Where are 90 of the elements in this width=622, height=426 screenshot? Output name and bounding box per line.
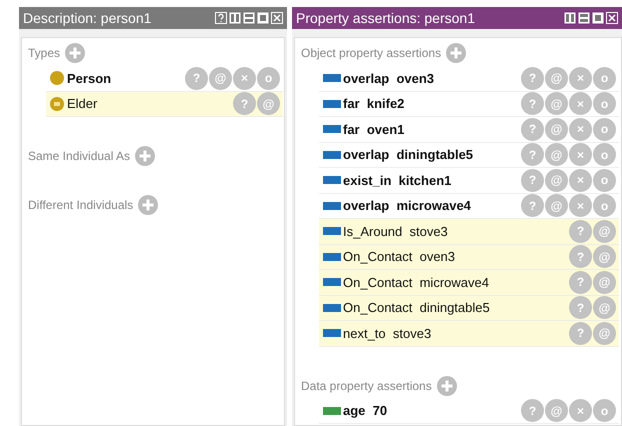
action-button[interactable]: @ xyxy=(593,270,616,294)
close-icon[interactable] xyxy=(271,12,283,24)
assertion-text: Is_Around stove3 xyxy=(343,222,448,241)
assertion-row[interactable]: Elder ? @ xyxy=(46,92,283,117)
panel-title: Description: person1 xyxy=(23,8,152,28)
assertion-text: exist_in kitchen1 xyxy=(343,172,452,190)
assertion-text: age 70 xyxy=(343,402,388,420)
assertion-row[interactable]: On_Contact diningtable5 ? @ xyxy=(319,296,619,321)
split-vertical-icon[interactable] xyxy=(564,12,576,24)
assertion-row[interactable]: next_to stove3 ? @ xyxy=(319,321,619,346)
action-button[interactable]: @ xyxy=(545,168,568,192)
action-button[interactable]: @ xyxy=(545,143,568,166)
action-button[interactable]: ? xyxy=(521,168,544,192)
section-label: Data property assertions xyxy=(301,378,432,394)
assertion-text: overlap oven3 xyxy=(343,70,434,88)
action-button[interactable]: @ xyxy=(545,194,568,218)
assertion-row[interactable]: far oven1 ? @ × o xyxy=(319,117,619,142)
action-button[interactable]: @ xyxy=(545,66,568,90)
split-vertical-icon[interactable] xyxy=(229,12,241,24)
action-button[interactable]: o xyxy=(593,92,616,116)
action-button[interactable]: × xyxy=(569,399,592,422)
action-button[interactable]: ? xyxy=(569,245,592,268)
assertion-row[interactable]: Is_Around stove3 ? @ xyxy=(319,219,619,244)
section-label: Types xyxy=(28,45,60,62)
action-button[interactable]: ? xyxy=(521,118,544,141)
action-button[interactable]: × xyxy=(569,118,592,141)
action-button[interactable]: ? xyxy=(569,270,592,294)
assertion-row[interactable]: overlap oven3 ? @ × o xyxy=(319,66,619,92)
assertion-row[interactable]: On_Contact oven3 ? @ xyxy=(319,244,619,270)
action-button[interactable]: @ xyxy=(545,92,568,116)
action-button[interactable]: o xyxy=(593,194,616,218)
action-button[interactable]: o xyxy=(593,168,616,192)
action-button[interactable]: ? xyxy=(185,66,208,90)
assertion-text: overlap microwave4 xyxy=(343,197,471,215)
assertion-row[interactable]: far knife2 ? @ × o xyxy=(319,92,619,117)
help-icon[interactable] xyxy=(215,12,227,24)
action-button[interactable]: @ xyxy=(593,296,616,320)
assertion-row[interactable]: Person ? @ × o xyxy=(46,66,283,92)
section-label: Different Individuals xyxy=(28,197,134,214)
action-button[interactable]: o xyxy=(593,66,616,90)
action-button[interactable]: @ xyxy=(593,220,616,243)
class-icon xyxy=(50,71,64,86)
action-button[interactable]: × xyxy=(569,92,592,116)
assertion-text: On_Contact diningtable5 xyxy=(343,299,490,317)
action-button[interactable]: ? xyxy=(521,92,544,116)
action-button[interactable]: o xyxy=(257,66,280,90)
assertion-text: overlap diningtable5 xyxy=(343,146,474,164)
action-button[interactable]: @ xyxy=(545,399,568,422)
action-button[interactable]: × xyxy=(569,168,592,192)
action-button[interactable]: @ xyxy=(257,92,280,116)
split-horizontal-icon[interactable] xyxy=(578,12,590,24)
assertion-text: Elder xyxy=(67,95,98,113)
split-horizontal-icon[interactable] xyxy=(243,12,255,24)
assertion-text: On_Contact microwave4 xyxy=(343,274,489,292)
action-button[interactable]: @ xyxy=(209,66,232,90)
action-button[interactable]: ? xyxy=(569,296,592,320)
assertion-row[interactable]: On_Contact microwave4 ? @ xyxy=(319,270,619,296)
action-button[interactable]: ? xyxy=(233,92,256,116)
assertion-row[interactable]: overlap microwave4 ? @ × o xyxy=(319,194,619,219)
maximize-icon[interactable] xyxy=(592,12,604,24)
action-button[interactable]: @ xyxy=(545,118,568,141)
action-button[interactable]: ? xyxy=(569,220,592,243)
panel-title: Property assertions: person1 xyxy=(296,8,475,28)
assertion-text: far knife2 xyxy=(343,95,404,113)
action-button[interactable]: × xyxy=(569,66,592,90)
assertion-row[interactable]: exist_in kitchen1 ? @ × o xyxy=(319,168,619,194)
close-icon[interactable] xyxy=(606,12,618,24)
action-button[interactable]: ? xyxy=(521,399,544,422)
action-button[interactable]: @ xyxy=(593,322,616,345)
assertion-text: far oven1 xyxy=(343,120,404,138)
assertion-row[interactable]: age 70 ? @ × o xyxy=(319,398,619,424)
action-button[interactable]: × xyxy=(569,194,592,218)
assertion-row[interactable]: overlap diningtable5 ? @ × o xyxy=(319,142,619,168)
action-button[interactable]: ? xyxy=(521,194,544,218)
assertion-text: next_to stove3 xyxy=(343,324,432,343)
action-button[interactable]: @ xyxy=(593,245,616,268)
action-button[interactable]: ? xyxy=(521,66,544,90)
action-button[interactable]: o xyxy=(593,118,616,141)
maximize-icon[interactable] xyxy=(257,12,269,24)
action-button[interactable]: o xyxy=(593,399,616,422)
assertion-text: Person xyxy=(67,70,112,88)
section-label: Same Individual As xyxy=(28,148,130,165)
class-icon xyxy=(50,96,64,111)
action-button[interactable]: × xyxy=(233,66,256,90)
section-label: Object property assertions xyxy=(301,45,442,62)
action-button[interactable]: × xyxy=(569,143,592,166)
action-button[interactable]: ? xyxy=(521,143,544,166)
assertion-text: On_Contact oven3 xyxy=(343,248,456,266)
action-button[interactable]: o xyxy=(593,143,616,166)
action-button[interactable]: ? xyxy=(569,322,592,345)
